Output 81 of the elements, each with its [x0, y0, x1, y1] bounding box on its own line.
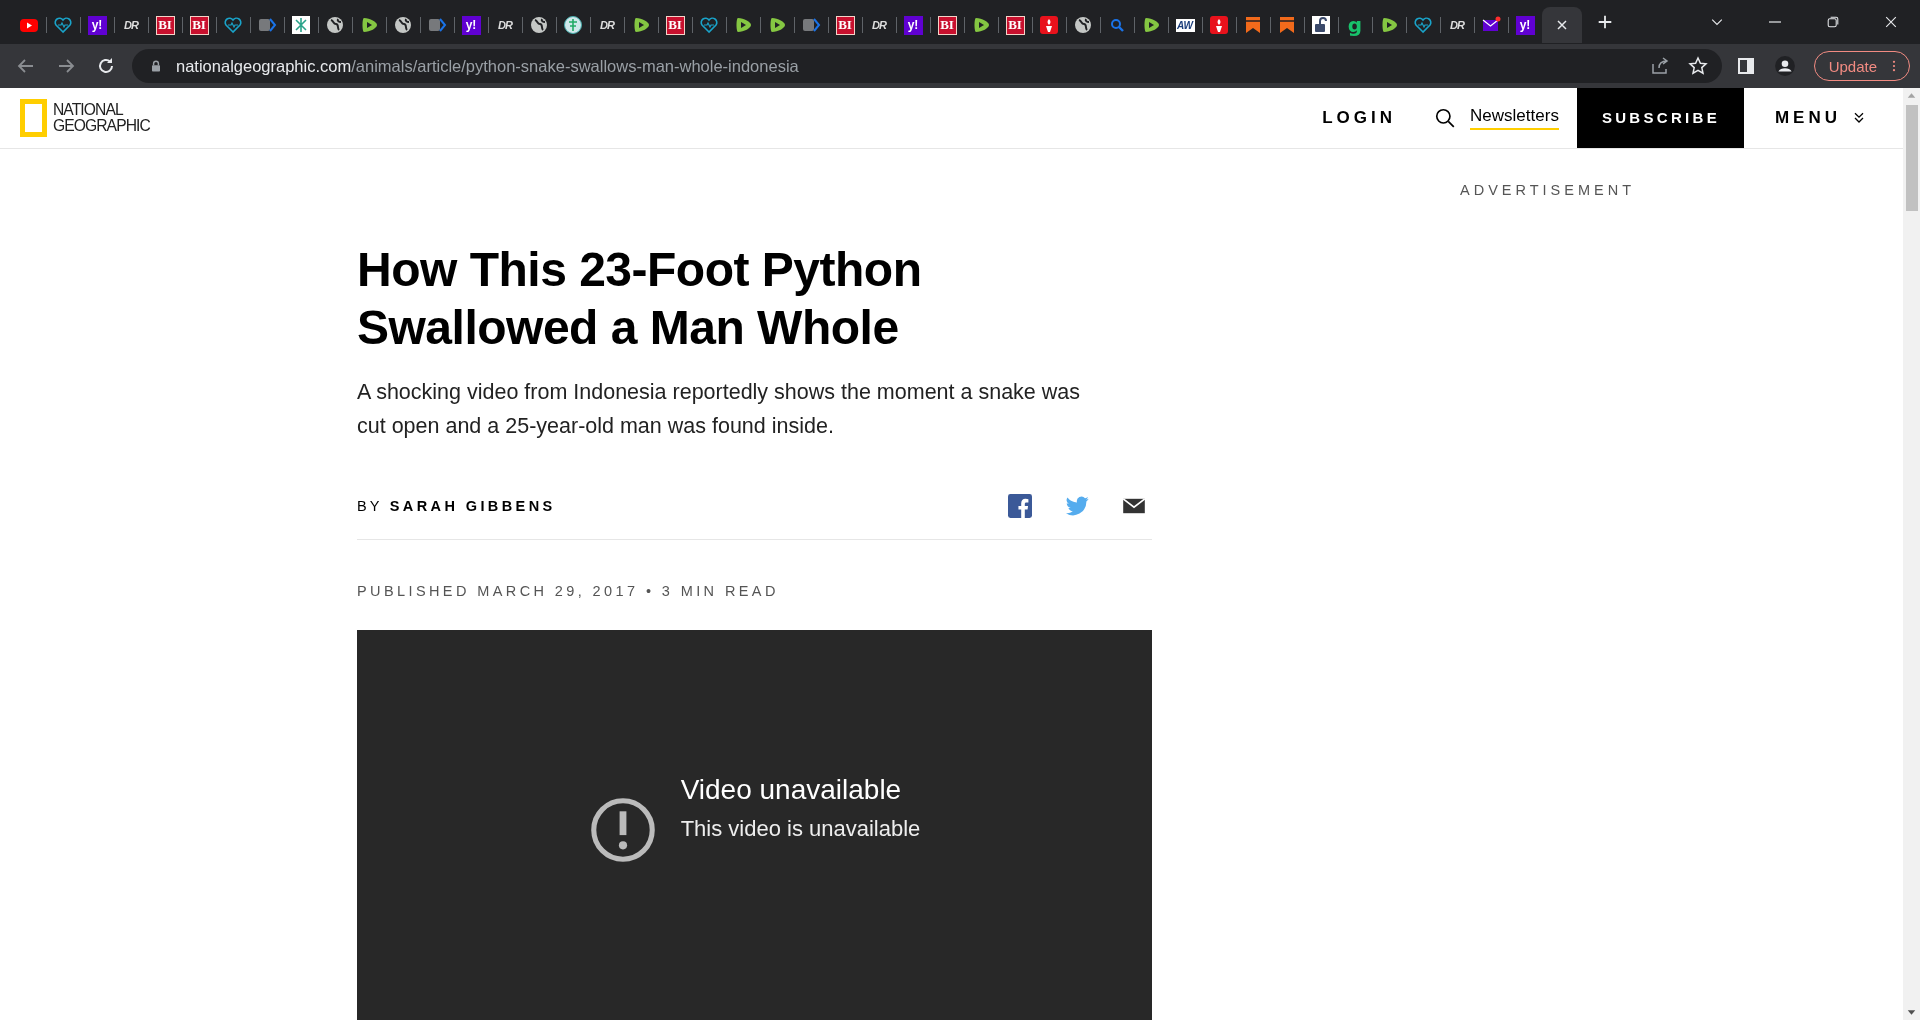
video-message: This video is unavailable: [680, 816, 921, 842]
lock-icon: [1311, 15, 1331, 35]
profile-icon: [1773, 55, 1796, 77]
favicon: BI: [665, 15, 685, 35]
browser-tab[interactable]: y!: [454, 7, 488, 43]
favicon: y!: [87, 15, 107, 35]
frame-icon: [20, 99, 47, 137]
browser-tab[interactable]: y!: [896, 7, 930, 43]
favicon: DR: [123, 18, 140, 33]
favicon: y!: [1515, 15, 1535, 35]
globe-icon: [393, 15, 413, 35]
logo-text: GEOGRAPHIC: [53, 118, 150, 134]
menu-button[interactable]: MENU: [1774, 108, 1867, 128]
logo[interactable]: NATIONAL GEOGRAPHIC: [20, 99, 159, 137]
bookmark-icon: [1277, 15, 1297, 35]
favicon: BI: [155, 15, 175, 35]
browser-tab[interactable]: DR: [114, 7, 148, 43]
browser-tab[interactable]: DR: [1440, 7, 1474, 43]
side-panel-icon: [1735, 56, 1756, 76]
browser-tab[interactable]: BI: [930, 7, 964, 43]
favicon: BI: [835, 15, 855, 35]
browser-tab[interactable]: DR: [488, 7, 522, 43]
scrollbar[interactable]: [1903, 88, 1920, 1020]
browser-tab[interactable]: y!: [80, 7, 114, 43]
share-icon: [1649, 56, 1670, 76]
plus-icon: [1596, 13, 1614, 31]
video-player[interactable]: Video unavailable This video is unavailable: [357, 630, 1152, 1020]
article-subtitle: A shocking video from Indonesia reportedly shows the moment a snake was cut open and a 25-year-old man was found inside.: [357, 379, 1082, 440]
advertisement-label: ADVERTISEMENT: [1460, 182, 1635, 198]
newsletters-link[interactable]: Newsletters: [1470, 106, 1559, 130]
article-title: How This 23-Foot Python Swallowed a Man Whole: [357, 242, 923, 356]
browser-tab[interactable]: BI: [998, 7, 1032, 43]
globe-icon: [325, 15, 345, 35]
subscribe-button[interactable]: SUBSCRIBE: [1576, 88, 1744, 148]
emblem-icon: [563, 15, 583, 35]
heart-icon: [223, 15, 243, 35]
star-icon: [1687, 56, 1708, 76]
heart-icon: [699, 15, 719, 35]
favicon: DR: [1449, 18, 1466, 33]
grid-icon: [291, 15, 311, 35]
browser-tab[interactable]: BI: [148, 7, 182, 43]
globe-icon: [1073, 15, 1093, 35]
warning-icon: [588, 796, 657, 864]
browser-tab[interactable]: BI: [658, 7, 692, 43]
heart-icon: [53, 15, 73, 35]
address-bar[interactable]: nationalgeographic.com/animals/article/python-snake-swallows-man-whole-indonesia: [132, 49, 1722, 83]
browser-tab[interactable]: g: [1338, 7, 1372, 43]
globe-icon: [529, 15, 549, 35]
favicon: AW: [1175, 18, 1195, 32]
video-heading: Video unavailable: [680, 774, 903, 806]
favicon: BI: [937, 15, 957, 35]
restore-icon: [1825, 14, 1841, 30]
search-icon: [1434, 107, 1457, 129]
facebook-icon: [1008, 494, 1032, 518]
byline: BY SARAH GIBBENS: [357, 498, 556, 514]
favicon: DR: [871, 18, 888, 33]
bookmark-icon: [1243, 15, 1263, 35]
publish-date: PUBLISHED MARCH 29, 2017 • 3 MIN READ: [357, 583, 780, 599]
heart-icon: [1413, 15, 1433, 35]
browser-tab[interactable]: y!: [1508, 7, 1542, 43]
close-icon: [1883, 14, 1899, 30]
browser-tab[interactable]: DR: [590, 7, 624, 43]
scrollbar-thumb[interactable]: [1905, 105, 1918, 211]
favicon: DR: [599, 18, 616, 33]
favicon: y!: [903, 15, 923, 35]
favicon: BI: [1005, 15, 1025, 35]
browser-tab[interactable]: AW: [1168, 7, 1202, 43]
favicon: y!: [461, 15, 481, 35]
browser-tab[interactable]: BI: [828, 7, 862, 43]
minimize-icon: [1769, 21, 1781, 23]
url-text: nationalgeographic.com/animals/article/python-snake-swallows-man-whole-indonesia: [176, 56, 799, 76]
torch-icon: [1039, 15, 1059, 35]
torch-icon: [1209, 15, 1229, 35]
browser-tab[interactable]: BI: [182, 7, 216, 43]
logo-text: NATIONAL: [53, 102, 125, 118]
login-link[interactable]: LOGIN: [1322, 108, 1397, 128]
reload-icon: [96, 56, 116, 76]
favicon: BI: [189, 15, 209, 35]
browser-tab[interactable]: DR: [862, 7, 896, 43]
favicon: g: [1346, 15, 1364, 35]
favicon: DR: [497, 18, 514, 33]
